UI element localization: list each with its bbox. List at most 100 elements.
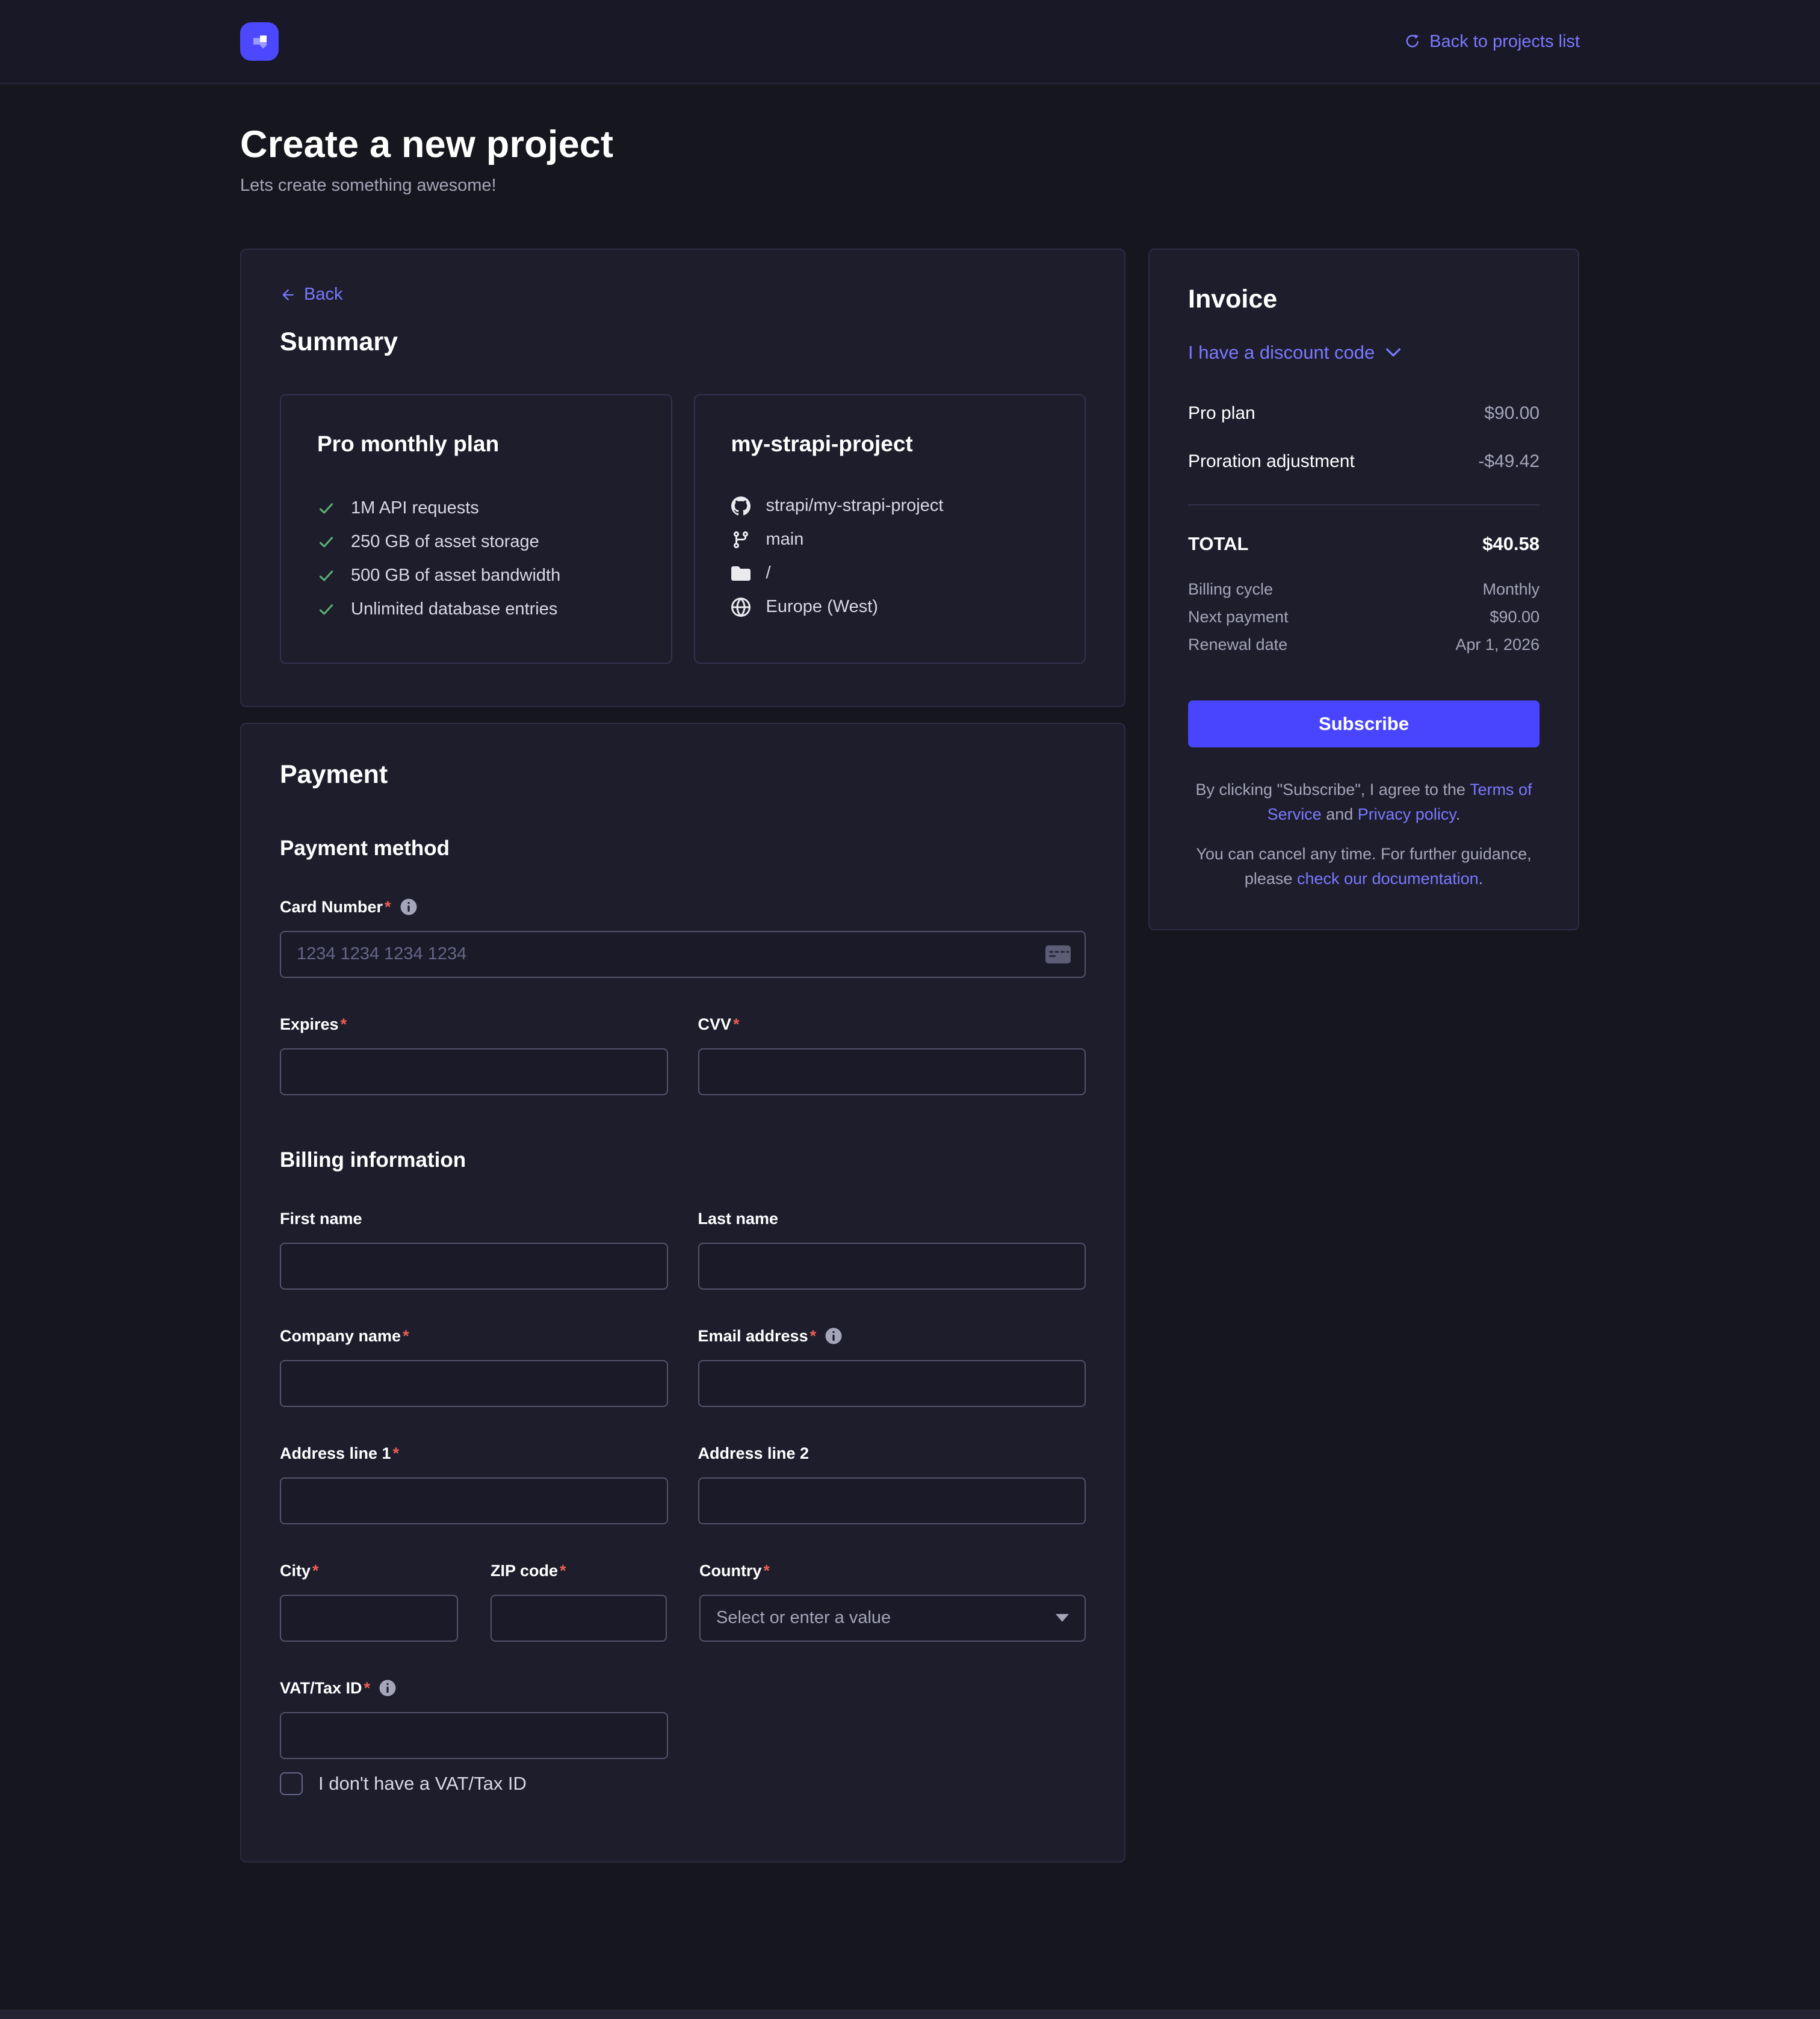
required-asterisk: *	[364, 1679, 371, 1698]
subscribe-button[interactable]: Subscribe	[1188, 700, 1540, 747]
zip-input[interactable]	[491, 1595, 667, 1642]
back-link[interactable]: Back	[280, 285, 342, 305]
plan-feature-label: 250 GB of asset storage	[351, 532, 539, 552]
folder-icon	[731, 564, 751, 583]
check-icon	[317, 533, 335, 551]
invoice-meta-label: Renewal date	[1188, 635, 1287, 654]
project-repo-label: strapi/my-strapi-project	[766, 496, 944, 516]
invoice-panel: Invoice I have a discount code Pro plan …	[1148, 249, 1579, 930]
required-asterisk: *	[403, 1327, 409, 1346]
back-to-projects-link[interactable]: Back to projects list	[1404, 32, 1580, 52]
vat-input[interactable]	[280, 1712, 668, 1759]
email-label: Email address	[698, 1327, 808, 1346]
create-project-page: Back to projects list Create a new proje…	[0, 0, 1820, 2019]
invoice-line-label: Proration adjustment	[1188, 451, 1355, 472]
plan-feature-list: 1M API requests 250 GB of asset storage	[317, 492, 635, 626]
project-dir-label: /	[766, 563, 771, 583]
email-input[interactable]	[698, 1360, 1086, 1407]
strapi-logo-icon	[247, 29, 271, 54]
cancel-fineprint: You can cancel any time. For further gui…	[1188, 842, 1540, 891]
documentation-link[interactable]: check our documentation	[1297, 870, 1479, 888]
caret-down-icon	[1056, 1614, 1069, 1622]
city-label: City	[280, 1562, 311, 1580]
git-branch-icon	[731, 530, 751, 549]
expires-label: Expires	[280, 1015, 339, 1034]
address2-input[interactable]	[698, 1477, 1086, 1524]
cvv-input[interactable]	[698, 1048, 1086, 1095]
city-field: City *	[280, 1562, 458, 1642]
info-icon[interactable]	[825, 1327, 843, 1345]
terms-text: By clicking "Subscribe", I agree to the	[1196, 781, 1470, 799]
required-asterisk: *	[810, 1327, 817, 1346]
plan-feature: Unlimited database entries	[317, 593, 635, 626]
cvv-label: CVV	[698, 1015, 732, 1034]
city-input[interactable]	[280, 1595, 458, 1642]
invoice-line-label: Pro plan	[1188, 403, 1255, 424]
arrow-left-icon	[280, 287, 296, 303]
invoice-meta-label: Billing cycle	[1188, 580, 1273, 599]
required-asterisk: *	[312, 1562, 319, 1580]
zip-field: ZIP code *	[491, 1562, 667, 1642]
privacy-policy-link[interactable]: Privacy policy	[1358, 805, 1456, 823]
no-vat-checkbox-label: I don't have a VAT/Tax ID	[318, 1773, 527, 1795]
project-repo-row: strapi/my-strapi-project	[731, 489, 1049, 523]
check-icon	[317, 499, 335, 518]
credit-card-icon	[1045, 945, 1071, 964]
page-title: Create a new project	[240, 123, 1580, 166]
expires-input[interactable]	[280, 1048, 668, 1095]
required-asterisk: *	[341, 1015, 347, 1034]
required-asterisk: *	[385, 898, 391, 917]
plan-feature: 500 GB of asset bandwidth	[317, 559, 635, 593]
back-to-projects-label: Back to projects list	[1429, 32, 1580, 52]
info-icon[interactable]	[400, 898, 418, 916]
chevron-down-icon	[1385, 348, 1401, 357]
country-select[interactable]: Select or enter a value	[699, 1595, 1086, 1642]
project-dir-row: /	[731, 557, 1049, 590]
invoice-lines: Pro plan $90.00 Proration adjustment -$4…	[1188, 403, 1540, 472]
address1-input[interactable]	[280, 1477, 668, 1524]
cvv-field: CVV *	[698, 1015, 1086, 1095]
invoice-meta-value: Apr 1, 2026	[1455, 635, 1540, 654]
terms-text: .	[1456, 805, 1461, 823]
required-asterisk: *	[764, 1562, 770, 1580]
invoice-meta-value: Monthly	[1482, 580, 1540, 599]
strapi-logo[interactable]	[240, 22, 279, 61]
check-icon	[317, 567, 335, 585]
terms-text: and	[1322, 805, 1358, 823]
card-number-field: Card Number *	[280, 898, 1086, 978]
last-name-input[interactable]	[698, 1243, 1086, 1290]
invoice-total-value: $40.58	[1482, 533, 1540, 555]
card-number-input[interactable]	[280, 931, 1086, 978]
required-asterisk: *	[393, 1444, 400, 1463]
last-name-field: Last name	[698, 1210, 1086, 1290]
summary-title: Summary	[280, 327, 1086, 357]
company-input[interactable]	[280, 1360, 668, 1407]
card-number-label-row: Card Number *	[280, 898, 1086, 917]
payment-method-title: Payment method	[280, 836, 1086, 861]
github-icon	[731, 496, 751, 516]
info-icon[interactable]	[379, 1679, 397, 1697]
no-vat-checkbox[interactable]	[280, 1772, 303, 1795]
project-branch-row: main	[731, 523, 1049, 557]
invoice-total-row: TOTAL $40.58	[1188, 533, 1540, 555]
check-icon	[317, 601, 335, 619]
plan-feature-label: 500 GB of asset bandwidth	[351, 566, 560, 586]
vat-label: VAT/Tax ID	[280, 1679, 362, 1698]
address2-label: Address line 2	[698, 1444, 809, 1463]
discount-code-toggle[interactable]: I have a discount code	[1188, 342, 1540, 363]
country-select-placeholder: Select or enter a value	[716, 1608, 891, 1628]
summary-card: Back Summary Pro monthly plan	[240, 249, 1125, 707]
app-header: Back to projects list	[0, 0, 1820, 84]
first-name-field: First name	[280, 1210, 668, 1290]
card-number-label: Card Number	[280, 898, 383, 917]
plan-feature: 1M API requests	[317, 492, 635, 525]
invoice-line: Pro plan $90.00	[1188, 403, 1540, 424]
first-name-input[interactable]	[280, 1243, 668, 1290]
zip-label: ZIP code	[491, 1562, 558, 1580]
vat-field: VAT/Tax ID * I don't have a VAT/Tax ID	[280, 1679, 1086, 1795]
invoice-meta-label: Next payment	[1188, 608, 1289, 626]
plan-card: Pro monthly plan 1M API requests	[280, 394, 672, 664]
country-label: Country	[699, 1562, 762, 1580]
invoice-divider	[1188, 504, 1540, 506]
globe-icon	[731, 598, 751, 617]
